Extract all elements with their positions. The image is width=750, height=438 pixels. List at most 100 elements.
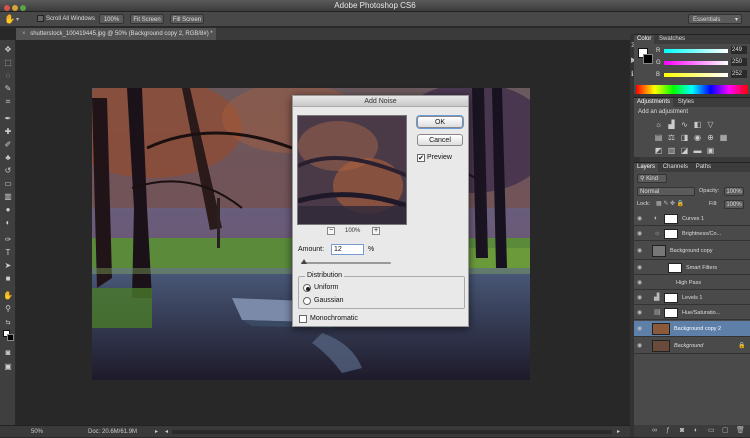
horizontal-scrollbar[interactable] bbox=[172, 430, 612, 434]
amount-slider-thumb[interactable] bbox=[300, 259, 307, 264]
b-slider[interactable] bbox=[664, 73, 728, 77]
tab-paths[interactable]: Paths bbox=[693, 163, 714, 172]
selective-color-icon[interactable]: ▣ bbox=[706, 146, 715, 155]
quick-mask-icon[interactable]: ◙ bbox=[3, 348, 13, 358]
swap-colors-icon[interactable]: ⇆ bbox=[3, 318, 13, 328]
photo-filter-icon[interactable]: ◉ bbox=[693, 133, 702, 142]
background-color-swatch[interactable] bbox=[7, 334, 14, 341]
marquee-tool-icon[interactable]: ⬚ bbox=[3, 58, 13, 68]
tool-preset-dropdown[interactable]: ▾ bbox=[16, 16, 19, 23]
healing-brush-tool-icon[interactable]: ✚ bbox=[3, 127, 13, 137]
quick-select-tool-icon[interactable]: ✎ bbox=[3, 84, 13, 94]
hue-saturation-icon[interactable]: ▤ bbox=[654, 133, 663, 142]
crop-tool-icon[interactable]: ⌗ bbox=[3, 97, 13, 107]
add-mask-icon[interactable]: ◙ bbox=[680, 425, 684, 437]
layer-row[interactable]: ◉ High Pass bbox=[634, 276, 750, 290]
status-menu-arrow-icon[interactable]: ▸ bbox=[155, 426, 158, 438]
brightness-contrast-icon[interactable]: ☼ bbox=[654, 120, 663, 129]
eye-icon[interactable]: ◉ bbox=[637, 306, 643, 320]
cancel-button[interactable]: Cancel bbox=[417, 134, 463, 146]
tab-color[interactable]: Color bbox=[634, 35, 655, 44]
gradient-map-icon[interactable]: ▬ bbox=[693, 146, 702, 155]
layer-row[interactable]: ◉ Background copy bbox=[634, 242, 750, 260]
curves-icon[interactable]: ∿ bbox=[680, 120, 689, 129]
layer-row[interactable]: ◉ Background 🔒 bbox=[634, 338, 750, 354]
g-slider[interactable] bbox=[664, 61, 728, 65]
tab-layers[interactable]: Layers bbox=[634, 163, 659, 172]
ok-button[interactable]: OK bbox=[417, 116, 463, 128]
eye-icon[interactable]: ◉ bbox=[637, 212, 643, 226]
scroll-left-icon[interactable]: ◂ bbox=[165, 426, 168, 438]
black-white-icon[interactable]: ◨ bbox=[680, 133, 689, 142]
layer-row[interactable]: ◉ ◐ Curves 1 bbox=[634, 212, 750, 226]
clone-stamp-tool-icon[interactable]: ♣ bbox=[3, 153, 13, 163]
amount-slider-track[interactable] bbox=[301, 262, 391, 264]
new-layer-icon[interactable]: ▢ bbox=[722, 425, 729, 437]
tab-styles[interactable]: Styles bbox=[675, 98, 697, 107]
tab-channels[interactable]: Channels bbox=[660, 163, 691, 172]
status-zoom[interactable]: 50% bbox=[31, 426, 43, 438]
tab-swatches[interactable]: Swatches bbox=[656, 35, 688, 44]
lasso-tool-icon[interactable]: ◌ bbox=[3, 71, 13, 81]
link-layers-icon[interactable]: ∞ bbox=[652, 425, 657, 437]
scroll-right-icon[interactable]: ▸ bbox=[617, 426, 620, 438]
channel-mixer-icon[interactable]: ⊕ bbox=[706, 133, 715, 142]
layer-row[interactable]: ◉ ▤ Hue/Saturatio... bbox=[634, 306, 750, 320]
background-color-swatch[interactable] bbox=[643, 54, 653, 64]
layer-row[interactable]: ◉ ▟ Levels 1 bbox=[634, 291, 750, 305]
b-value[interactable]: 252 bbox=[731, 70, 747, 78]
type-tool-icon[interactable]: T bbox=[3, 248, 13, 258]
document-tab[interactable]: × shutterstock_100419445.jpg @ 50% (Back… bbox=[16, 28, 216, 40]
layer-style-icon[interactable]: ƒ bbox=[666, 425, 670, 437]
scroll-all-checkbox[interactable] bbox=[37, 15, 44, 22]
layer-row[interactable]: ◉ ☼ Brightness/Co... bbox=[634, 227, 750, 241]
tab-adjustments[interactable]: Adjustments bbox=[634, 98, 674, 107]
path-select-tool-icon[interactable]: ➤ bbox=[3, 261, 13, 271]
zoom-out-preview-button[interactable]: − bbox=[327, 227, 335, 235]
eyedropper-tool-icon[interactable]: ✒ bbox=[3, 114, 13, 124]
hand-tool-icon[interactable]: ✋ bbox=[4, 14, 15, 25]
color-lookup-icon[interactable]: ▦ bbox=[719, 133, 728, 142]
color-balance-icon[interactable]: ⚖ bbox=[667, 133, 676, 142]
preview-checkbox[interactable]: ✔ bbox=[417, 154, 425, 162]
dodge-tool-icon[interactable]: ◐ bbox=[3, 218, 13, 228]
monochromatic-checkbox[interactable] bbox=[299, 315, 307, 323]
blend-mode-dropdown[interactable]: Normal bbox=[637, 187, 695, 196]
layer-row[interactable]: ◉ Smart Filters bbox=[634, 261, 750, 275]
exposure-icon[interactable]: ◧ bbox=[693, 120, 702, 129]
screen-mode-icon[interactable]: ▣ bbox=[3, 362, 13, 372]
eye-icon[interactable]: ◉ bbox=[637, 242, 643, 260]
brush-tool-icon[interactable]: ✐ bbox=[3, 140, 13, 150]
move-tool-icon[interactable]: ✥ bbox=[3, 45, 13, 55]
vibrance-icon[interactable]: ▽ bbox=[706, 120, 715, 129]
hand-tool-icon[interactable]: ✋ bbox=[3, 291, 13, 301]
fill-screen-button[interactable]: Fill Screen bbox=[170, 14, 204, 24]
amount-input[interactable]: 12 bbox=[331, 244, 364, 255]
g-value[interactable]: 250 bbox=[731, 58, 747, 66]
lock-icons[interactable]: ▦ ✎ ✥ 🔒 bbox=[656, 200, 684, 209]
new-group-icon[interactable]: ▭ bbox=[708, 425, 715, 437]
history-brush-tool-icon[interactable]: ↺ bbox=[3, 166, 13, 176]
invert-icon[interactable]: ◩ bbox=[654, 146, 663, 155]
delete-layer-icon[interactable]: 🗑 bbox=[736, 425, 745, 437]
new-adjustment-icon[interactable]: ◐ bbox=[694, 425, 698, 437]
eye-icon[interactable]: ◉ bbox=[637, 291, 643, 305]
close-icon[interactable]: × bbox=[22, 31, 26, 37]
opacity-input[interactable]: 100% bbox=[724, 187, 744, 196]
eraser-tool-icon[interactable]: ▭ bbox=[3, 179, 13, 189]
pen-tool-icon[interactable]: ✑ bbox=[3, 235, 13, 245]
eye-icon[interactable]: ◉ bbox=[637, 261, 643, 275]
layer-row-selected[interactable]: ◉ Background copy 2 bbox=[634, 321, 750, 337]
eye-icon[interactable]: ◉ bbox=[637, 321, 643, 337]
zoom-100-button[interactable]: 100% bbox=[99, 14, 124, 24]
fill-input[interactable]: 100% bbox=[724, 200, 744, 209]
levels-icon[interactable]: ▟ bbox=[667, 120, 676, 129]
blur-tool-icon[interactable]: ● bbox=[3, 205, 13, 215]
fit-screen-button[interactable]: Fit Screen bbox=[130, 14, 164, 24]
color-spectrum-ramp[interactable] bbox=[636, 85, 748, 94]
workspace-dropdown[interactable]: Essentials ▾ bbox=[688, 14, 742, 24]
r-value[interactable]: 249 bbox=[731, 46, 747, 54]
zoom-in-preview-button[interactable]: + bbox=[372, 227, 380, 235]
gradient-tool-icon[interactable]: ▥ bbox=[3, 192, 13, 202]
gaussian-radio[interactable] bbox=[303, 297, 311, 305]
